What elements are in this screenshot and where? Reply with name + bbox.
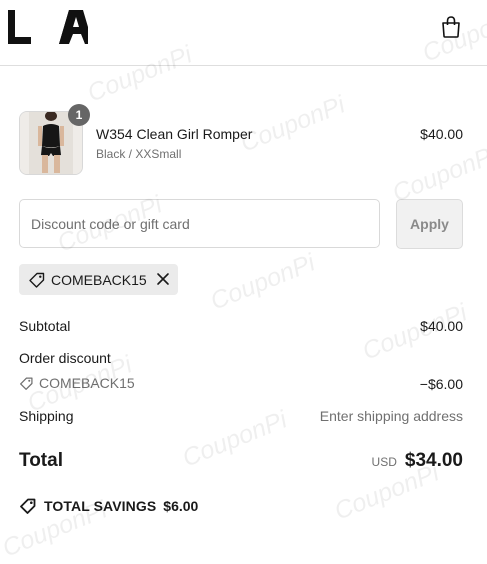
total-value: $34.00 bbox=[404, 450, 463, 471]
total-amount: USD $34.00 bbox=[372, 450, 463, 472]
subtotal-value: $40.00 bbox=[420, 318, 463, 334]
line-item: 1 W354 Clean Girl Romper Black / XXSmall… bbox=[19, 104, 463, 175]
discount-code-input[interactable] bbox=[19, 199, 380, 248]
total-savings-label: TOTAL SAVINGS bbox=[44, 498, 157, 514]
shipping-value: Enter shipping address bbox=[319, 408, 463, 424]
product-title: W354 Clean Girl Romper bbox=[96, 126, 253, 142]
remove-discount-icon[interactable] bbox=[156, 272, 170, 286]
currency-code: USD bbox=[371, 455, 397, 469]
shopping-bag-icon bbox=[442, 16, 460, 38]
tag-icon bbox=[20, 498, 36, 514]
tag-icon bbox=[20, 376, 33, 390]
total-label: Total bbox=[19, 450, 63, 471]
order-summary: 1 W354 Clean Girl Romper Black / XXSmall… bbox=[0, 66, 487, 538]
applied-code-label: COMEBACK15 bbox=[51, 271, 147, 288]
discount-amount: −$6.00 bbox=[419, 376, 463, 392]
product-price: $40.00 bbox=[420, 126, 463, 142]
quantity-badge: 1 bbox=[68, 104, 90, 126]
total-savings: TOTAL SAVINGS $6.00 bbox=[19, 497, 198, 515]
cart-button[interactable] bbox=[440, 15, 462, 39]
shipping-label: Shipping bbox=[19, 408, 74, 424]
tag-icon bbox=[29, 272, 45, 288]
subtotal-label: Subtotal bbox=[19, 318, 71, 334]
brand-logo[interactable] bbox=[6, 10, 88, 44]
order-discount-label: Order discount bbox=[19, 350, 111, 366]
total-savings-value: $6.00 bbox=[163, 498, 199, 514]
applied-discount-chip: COMEBACK15 bbox=[19, 264, 178, 295]
logo-glyphs bbox=[8, 10, 88, 44]
discount-code-text: COMEBACK15 bbox=[39, 375, 135, 391]
product-variant: Black / XXSmall bbox=[96, 147, 182, 161]
apply-discount-button[interactable]: Apply bbox=[396, 199, 463, 249]
site-header bbox=[0, 0, 487, 66]
discount-code-line: COMEBACK15 bbox=[19, 375, 135, 391]
